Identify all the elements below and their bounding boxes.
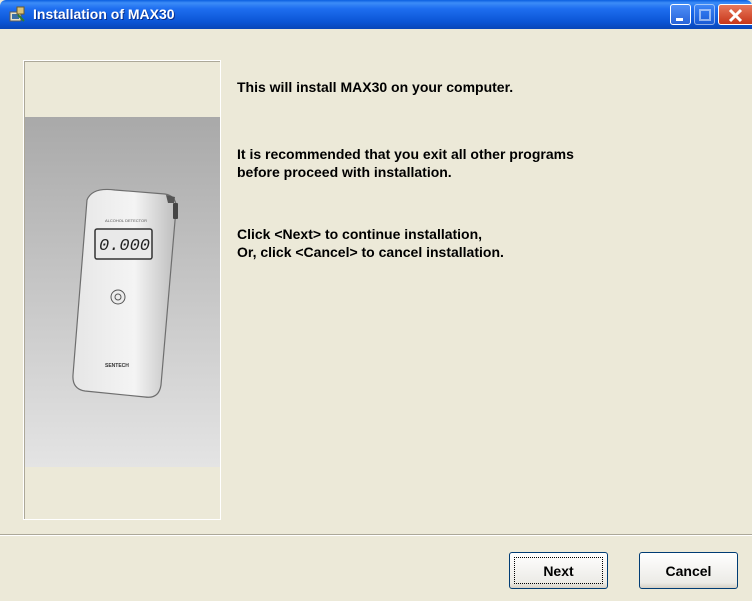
- maximize-icon: [699, 9, 711, 21]
- cancel-button[interactable]: Cancel: [639, 552, 738, 589]
- maximize-button[interactable]: [694, 4, 715, 25]
- installer-window: Installation of MAX30 ALCOHOL DETECTOR 0…: [0, 0, 752, 601]
- breathalyzer-device-image: ALCOHOL DETECTOR 0.000 SENTECH: [72, 188, 178, 398]
- title-bar[interactable]: Installation of MAX30: [0, 0, 752, 29]
- side-image-panel: ALCOHOL DETECTOR 0.000 SENTECH: [23, 60, 221, 520]
- cancel-instruction-text: Or, click <Cancel> to cancel installatio…: [237, 244, 504, 260]
- footer-divider: [0, 534, 752, 536]
- minimize-icon: [676, 18, 683, 21]
- installer-app-icon: [9, 6, 25, 22]
- window-title: Installation of MAX30: [33, 6, 175, 22]
- recommendation-text-line1: It is recommended that you exit all othe…: [237, 146, 574, 162]
- close-icon: [728, 8, 743, 23]
- device-label-text: ALCOHOL DETECTOR: [105, 218, 147, 223]
- device-display-reading: 0.000: [99, 237, 150, 256]
- install-intro-text: This will install MAX30 on your computer…: [237, 79, 514, 95]
- next-button-label: Next: [543, 562, 574, 579]
- next-button[interactable]: Next: [509, 552, 608, 589]
- recommendation-text-line2: before proceed with installation.: [237, 164, 452, 180]
- device-brand-text: SENTECH: [105, 363, 129, 369]
- cancel-button-label: Cancel: [665, 562, 712, 579]
- close-button[interactable]: [718, 4, 752, 25]
- next-instruction-text: Click <Next> to continue installation,: [237, 226, 483, 242]
- device-illustration: ALCOHOL DETECTOR 0.000 SENTECH: [25, 117, 220, 467]
- minimize-button[interactable]: [670, 4, 691, 25]
